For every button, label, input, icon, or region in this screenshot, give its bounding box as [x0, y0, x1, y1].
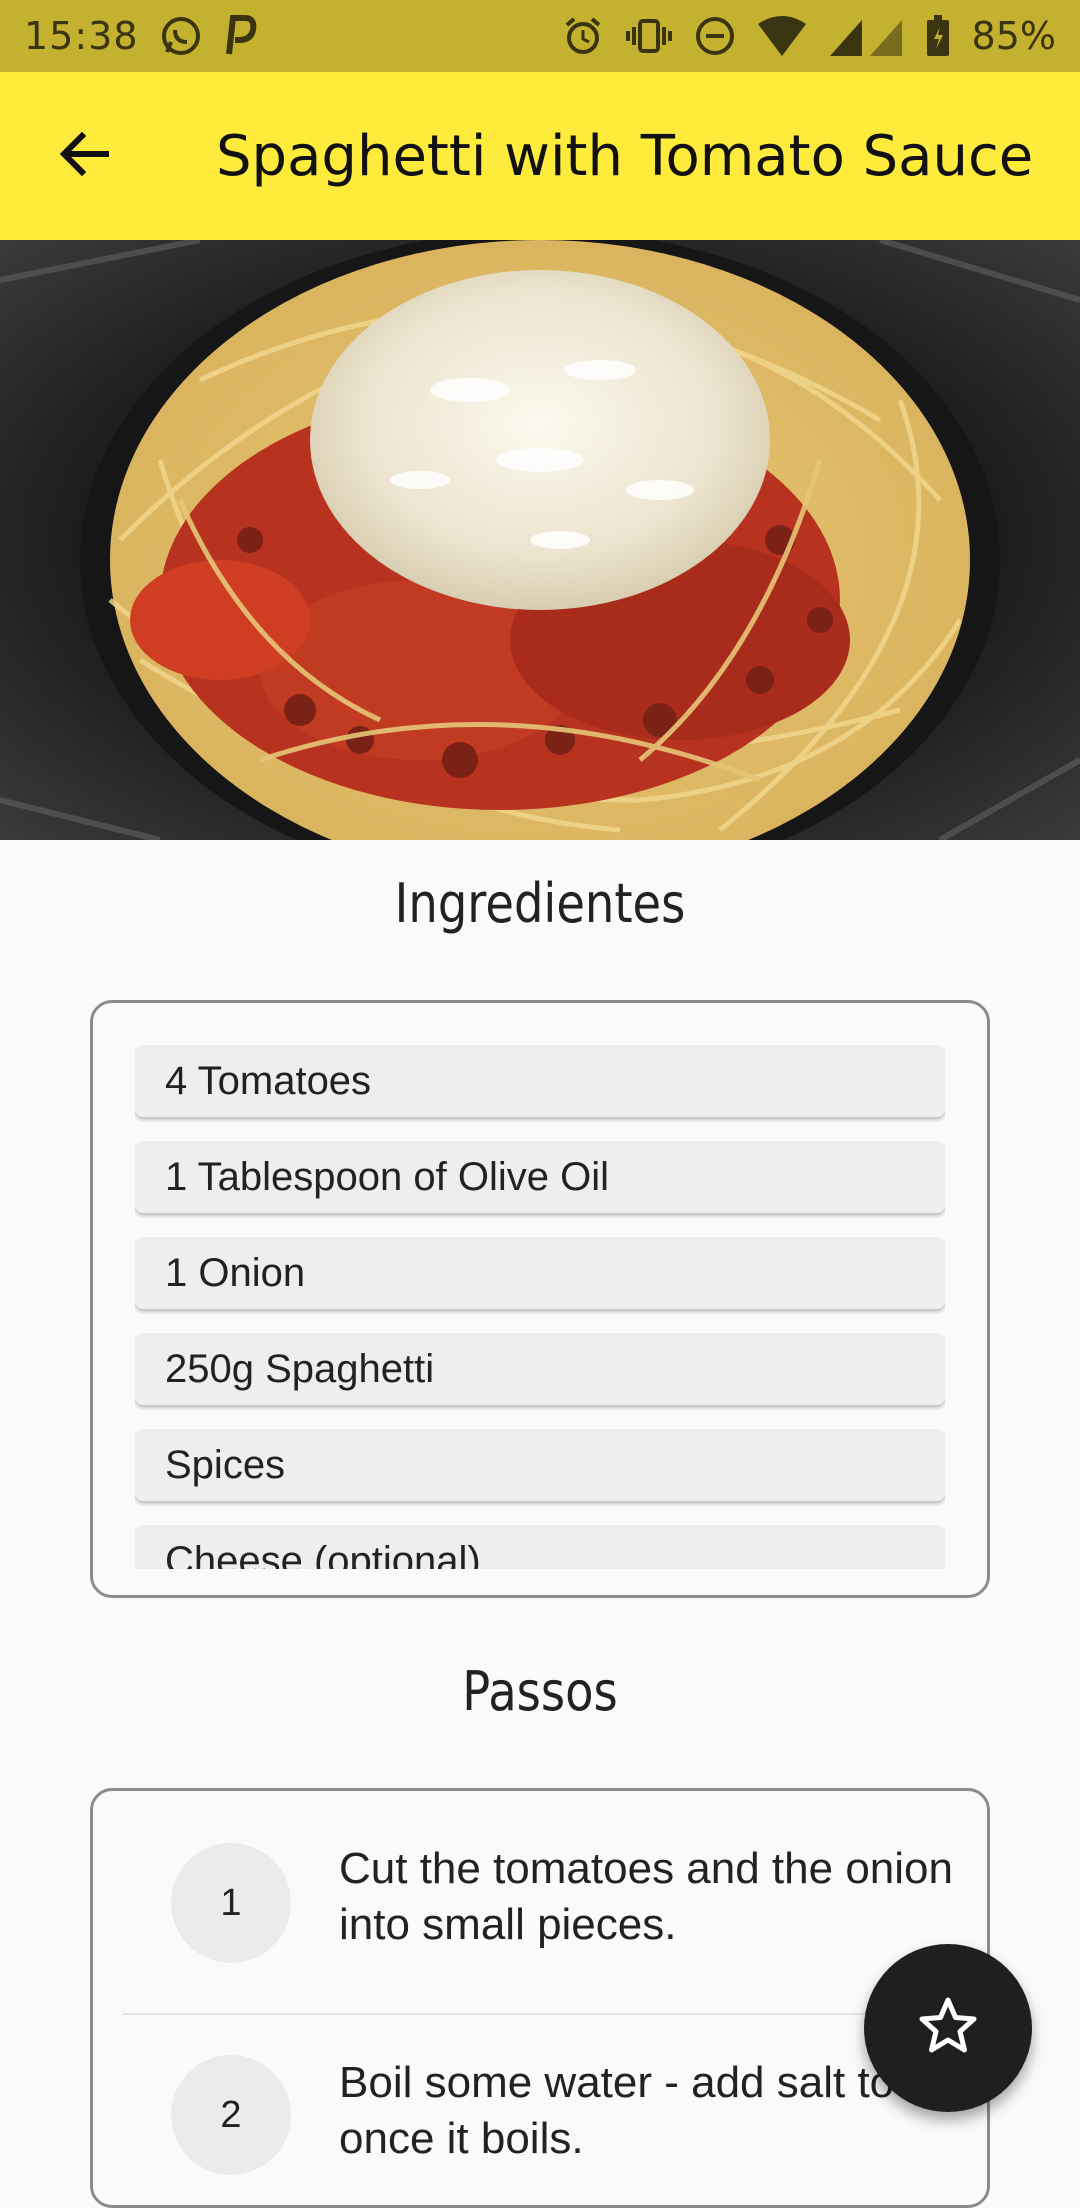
page-title: Spaghetti with Tomato Sauce — [216, 123, 1034, 189]
ingredient-item[interactable]: 1 Tablespoon of Olive Oil — [135, 1141, 945, 1213]
ingredient-item[interactable]: Cheese (optional) — [135, 1525, 945, 1569]
ingredient-item[interactable]: Spices — [135, 1429, 945, 1501]
battery-percentage: 85% — [971, 14, 1056, 58]
step-number-badge: 1 — [171, 1843, 291, 1963]
back-button[interactable] — [0, 72, 168, 240]
alarm-icon — [562, 15, 604, 57]
vibrate-icon — [625, 15, 672, 57]
favorite-button[interactable] — [864, 1944, 1032, 2112]
star-outline-icon — [916, 1994, 980, 2063]
status-bar: 15:38 85% — [0, 0, 1080, 72]
app-bar: Spaghetti with Tomato Sauce — [0, 72, 1080, 240]
step-number-badge: 2 — [171, 2055, 291, 2175]
status-time: 15:38 — [24, 14, 139, 58]
steps-card: 1 Cut the tomatoes and the onion into sm… — [90, 1788, 990, 2208]
p-app-icon — [223, 14, 259, 58]
ingredients-card: 4 Tomatoes 1 Tablespoon of Olive Oil 1 O… — [90, 1000, 990, 1598]
ingredient-item[interactable]: 4 Tomatoes — [135, 1045, 945, 1117]
whatsapp-icon — [159, 14, 203, 58]
ingredients-list[interactable]: 4 Tomatoes 1 Tablespoon of Olive Oil 1 O… — [135, 1045, 945, 1569]
step-item[interactable]: 1 Cut the tomatoes and the onion into sm… — [93, 1791, 987, 2015]
do-not-disturb-icon — [694, 15, 736, 57]
recipe-image — [0, 240, 1080, 840]
step-text: Boil some water - add salt to it once it… — [339, 2058, 929, 2163]
ingredient-item[interactable]: 1 Onion — [135, 1237, 945, 1309]
steps-title: Passos — [462, 1660, 618, 1723]
step-item[interactable]: 2 Boil some water - add salt to it once … — [93, 2015, 987, 2205]
battery-icon — [926, 15, 950, 57]
step-text: Cut the tomatoes and the onion into smal… — [339, 1844, 953, 1949]
arrow-back-icon — [56, 126, 112, 187]
wifi-icon — [757, 16, 806, 56]
ingredients-title: Ingredientes — [394, 872, 686, 935]
signal-icon — [828, 16, 904, 56]
ingredient-item[interactable]: 250g Spaghetti — [135, 1333, 945, 1405]
